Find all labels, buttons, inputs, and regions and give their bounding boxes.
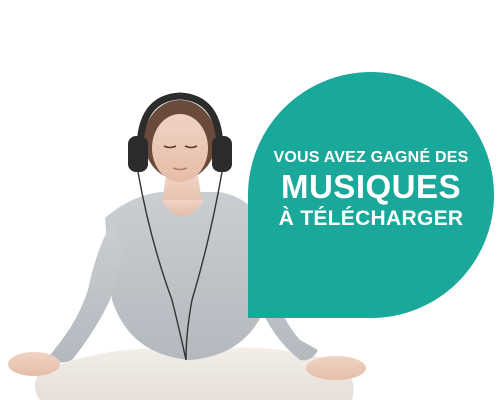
banner-line-1: VOUS AVEZ GAGNÉ DES: [273, 149, 469, 166]
speech-bubble[interactable]: VOUS AVEZ GAGNÉ DES MUSIQUES À TÉLÉCHARG…: [248, 72, 494, 318]
face-shape: [152, 114, 208, 182]
left-hand-shape: [8, 352, 60, 376]
ad-banner[interactable]: VOUS AVEZ GAGNÉ DES MUSIQUES À TÉLÉCHARG…: [0, 0, 500, 400]
headphones-left-cup: [128, 136, 148, 172]
headphones-right-cup: [212, 136, 232, 172]
banner-line-2: MUSIQUES: [280, 168, 462, 205]
right-hand-shape: [306, 356, 366, 380]
banner-line-3: À TÉLÉCHARGER: [278, 207, 464, 230]
